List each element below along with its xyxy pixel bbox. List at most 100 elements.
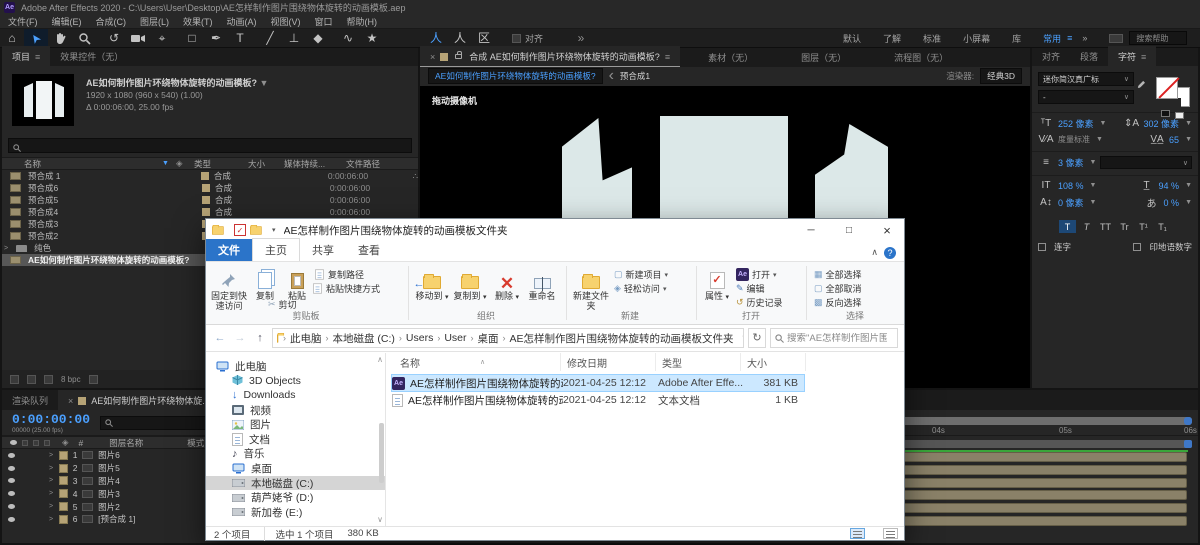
tsume-value[interactable]: 0 %	[1164, 198, 1180, 208]
workspace-libraries[interactable]: 库	[1012, 32, 1021, 45]
tracking-value[interactable]: 65	[1169, 135, 1179, 145]
local-axis-mode-icon[interactable]: 人	[424, 29, 448, 48]
fill-stroke-control[interactable]	[1156, 77, 1190, 107]
vertical-scale-value[interactable]: 108 %	[1058, 181, 1084, 191]
lock-icon[interactable]	[455, 51, 463, 59]
new-folder-icon[interactable]	[27, 374, 36, 384]
qat-properties-icon[interactable]: ✓	[234, 224, 246, 236]
crumb-users[interactable]: Users	[406, 332, 433, 344]
selection-tool-icon[interactable]: ➤	[24, 28, 48, 48]
font-family-select[interactable]: 迷你简汉真广标 ∨	[1038, 72, 1134, 86]
sort-icon[interactable]: ▼	[162, 160, 176, 167]
sidebar-videos[interactable]: 视频	[206, 403, 385, 418]
close-tab-icon[interactable]: ×	[68, 396, 73, 406]
brush-tool-icon[interactable]: ╱	[258, 29, 282, 48]
col-name[interactable]: 名称	[2, 158, 162, 170]
type-tool-icon[interactable]: T	[228, 29, 252, 48]
panel-menu-icon[interactable]: ≡	[665, 52, 670, 62]
sidebar-documents[interactable]: 文档	[206, 432, 385, 447]
col-header-type[interactable]: 类型	[656, 353, 741, 371]
sidebar-downloads[interactable]: ↓ Downloads	[206, 388, 385, 403]
workspace-standard[interactable]: 标准	[923, 32, 941, 45]
paste-button[interactable]: 粘贴	[282, 265, 312, 301]
maximize-button[interactable]: □	[832, 219, 866, 241]
stroke-width-value[interactable]: 3 像素	[1058, 156, 1084, 169]
comp-thumbnail[interactable]	[12, 74, 74, 126]
trash-icon[interactable]	[88, 374, 98, 384]
sidebar-pictures[interactable]: 图片	[206, 417, 385, 432]
open-button[interactable]: Ae 打开 ▾	[736, 268, 777, 281]
move-to-button[interactable]: ← 移动到 ▾	[414, 265, 450, 303]
history-button[interactable]: ↺ 历史记录	[736, 296, 783, 309]
project-search[interactable]	[8, 138, 412, 153]
white-swatch[interactable]	[1175, 112, 1184, 119]
small-caps-button[interactable]: Tr	[1116, 220, 1133, 233]
view-axis-mode-icon[interactable]: 区	[472, 29, 496, 48]
help-search-input[interactable]	[1136, 33, 1197, 43]
close-tab-icon[interactable]: ×	[430, 52, 435, 62]
ribbon-tab-share[interactable]: 共享	[300, 239, 346, 261]
crumb-desktop[interactable]: 桌面	[478, 331, 499, 346]
menu-item-layer[interactable]: 图层(L)	[140, 15, 169, 28]
tab-paragraph[interactable]: 段落	[1070, 46, 1108, 66]
eye-icon[interactable]	[8, 465, 15, 471]
project-comp-name[interactable]: AE如何制作图片环绕物体旋转的动画模板? ▼	[86, 76, 268, 89]
sidebar-drive-c[interactable]: 本地磁盘 (C:)	[206, 475, 385, 491]
copy-to-button[interactable]: 复制到 ▾	[452, 265, 488, 303]
explorer-titlebar[interactable]: ✓ ▾ AE怎样制作图片围绕物体旋转的动画模板文件夹 ─ □ ×	[206, 219, 904, 241]
select-none-button[interactable]: ▢ 全部取消	[814, 282, 862, 295]
ribbon-tab-file[interactable]: 文件	[206, 239, 252, 261]
thumbnail-view-button[interactable]	[883, 528, 898, 539]
crumb-this-pc[interactable]: 此电脑	[290, 331, 322, 346]
col-header-size[interactable]: 大小	[741, 353, 806, 371]
clone-stamp-tool-icon[interactable]: ⊥	[282, 29, 306, 48]
delete-button[interactable]: ✕ 删除 ▾	[492, 265, 522, 303]
help-icon[interactable]: ?	[884, 247, 896, 259]
refresh-button[interactable]: ↻	[748, 328, 766, 348]
pen-tool-icon[interactable]: ✒	[204, 29, 228, 48]
sidebar-desktop[interactable]: 桌面	[206, 461, 385, 476]
font-size-value[interactable]: 252 像素	[1058, 117, 1094, 130]
col-header-date[interactable]: 修改日期	[561, 353, 656, 371]
sidebar-drive-e[interactable]: 新加卷 (E:)	[206, 505, 385, 520]
bit-depth-label[interactable]: 8 bpc	[61, 375, 81, 384]
ribbon-tab-view[interactable]: 查看	[346, 239, 392, 261]
eye-icon[interactable]	[8, 478, 15, 484]
col-mode[interactable]: 模式	[187, 437, 204, 449]
hand-tool-icon[interactable]	[48, 32, 72, 45]
sidebar-drive-d[interactable]: 葫芦姥爷 (D:)	[206, 490, 385, 505]
crumb-drive-c[interactable]: 本地磁盘 (C:)	[333, 331, 395, 346]
ligatures-checkbox[interactable]	[1038, 243, 1046, 251]
crumb-current-folder[interactable]: AE怎样制作图片围绕物体旋转的动画模板文件夹	[510, 331, 734, 346]
menu-item-animation[interactable]: 动画(A)	[227, 15, 257, 28]
col-path[interactable]: 文件路径	[346, 158, 380, 170]
tab-effect-controls[interactable]: 效果控件（无）	[50, 46, 133, 66]
snap-checkbox[interactable]	[512, 33, 521, 43]
workspace-common[interactable]: 常用	[1043, 32, 1061, 45]
faux-italic-button[interactable]: T	[1078, 220, 1095, 233]
menu-item-effect[interactable]: 效果(T)	[183, 15, 213, 28]
col-size[interactable]: 大小	[248, 158, 284, 170]
baseline-shift-value[interactable]: 0 像素	[1058, 196, 1084, 209]
col-duration[interactable]: 媒体持续...	[284, 158, 346, 170]
minimize-button[interactable]: ─	[794, 219, 828, 241]
workspace-default[interactable]: 默认	[843, 32, 861, 45]
close-button[interactable]: ×	[870, 219, 904, 241]
address-dropdown-icon[interactable]: ∨	[742, 333, 743, 344]
rename-button[interactable]: 重命名	[524, 265, 560, 301]
horizontal-scale-value[interactable]: 94 %	[1159, 181, 1180, 191]
new-item-button[interactable]: ▢ 新建项目 ▾	[614, 268, 668, 281]
qat-customize-icon[interactable]: ▾	[272, 226, 276, 234]
menu-item-window[interactable]: 窗口	[315, 15, 333, 28]
copy-path-button[interactable]: 复制路径	[314, 268, 364, 281]
project-item[interactable]: 预合成5 合成 0:00:06:00	[2, 194, 418, 206]
viewer-breadcrumb-sub[interactable]: 预合成1	[620, 70, 650, 82]
qat-new-folder-icon[interactable]	[250, 224, 262, 235]
workspace-small-screen[interactable]: 小屏幕	[963, 32, 990, 45]
edit-button[interactable]: ✎ 编辑	[736, 282, 765, 295]
sidebar-music[interactable]: ♪ 音乐	[206, 447, 385, 462]
all-caps-button[interactable]: TT	[1097, 220, 1114, 233]
tab-render-queue[interactable]: 渲染队列	[2, 390, 58, 410]
footage-interpret-icon[interactable]	[10, 374, 19, 384]
home-icon[interactable]: ⌂	[0, 29, 24, 48]
